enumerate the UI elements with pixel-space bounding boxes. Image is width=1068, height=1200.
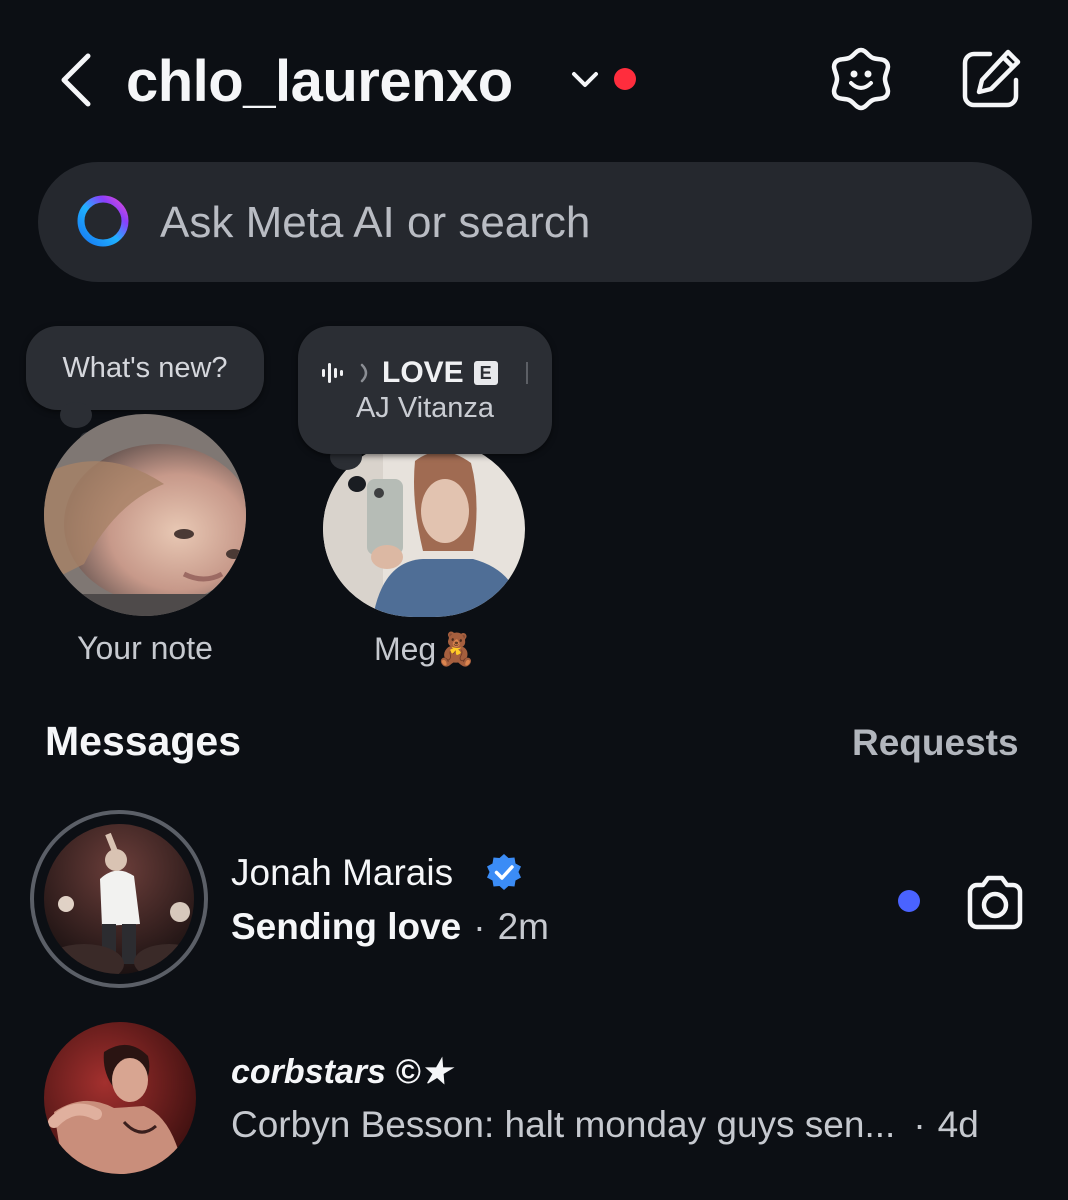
- note-bubble-tail: [60, 402, 92, 428]
- account-username[interactable]: chlo_laurenxo: [126, 42, 513, 122]
- note-bubble-tail: [348, 476, 366, 492]
- back-button[interactable]: [56, 50, 100, 110]
- separator: ·: [473, 906, 486, 947]
- note-song-row: LOVE E: [320, 354, 528, 392]
- conversation-name: corbstars ©★: [231, 1053, 451, 1091]
- chevron-down-icon: [572, 72, 598, 87]
- verified-badge-icon: [484, 852, 524, 892]
- search-bar[interactable]: [38, 162, 1032, 284]
- conversation-preview: Corbyn Besson: halt monday guys sen... · 4…: [231, 1104, 979, 1146]
- message-time: 2m: [497, 906, 549, 947]
- your-note-bubble[interactable]: What's new?: [26, 326, 264, 410]
- note-song-artist: AJ Vitanza: [355, 392, 495, 424]
- message-time: 4d: [937, 1104, 979, 1145]
- note-song-title: LOVE: [382, 356, 464, 389]
- conversation-avatar[interactable]: [44, 1022, 196, 1174]
- conversation-preview: Sending love · 2m: [231, 906, 549, 948]
- chevron-left-icon: [61, 53, 91, 107]
- conversation-avatar[interactable]: [44, 824, 194, 974]
- meta-ai-ring-icon: [75, 193, 131, 249]
- requests-link[interactable]: Requests: [852, 722, 1019, 764]
- notification-dot: [614, 68, 636, 90]
- scroll-divider: [525, 362, 528, 384]
- note-bubble-text: What's new?: [62, 352, 228, 384]
- explicit-badge: E: [473, 361, 498, 385]
- camera-icon: [967, 875, 1023, 930]
- your-note-label: Your note: [77, 630, 213, 666]
- audio-wave-icon: [322, 363, 368, 383]
- last-message: Sending love: [231, 906, 462, 947]
- separator: ·: [913, 1104, 926, 1145]
- search-input[interactable]: [158, 162, 1022, 284]
- camera-button[interactable]: [962, 870, 1028, 936]
- account-switch-button[interactable]: [568, 66, 602, 92]
- conversation-name: Jonah Marais: [231, 852, 454, 893]
- meg-note-bubble[interactable]: LOVE E AJ Vitanza: [298, 326, 552, 454]
- your-avatar[interactable]: [44, 414, 246, 616]
- compose-icon: [962, 49, 1021, 108]
- unread-dot: [898, 890, 920, 912]
- messages-heading: Messages: [45, 718, 242, 764]
- new-message-button[interactable]: [958, 46, 1024, 112]
- meta-ai-button[interactable]: [826, 44, 896, 114]
- last-message: Corbyn Besson: halt monday guys sen...: [231, 1104, 896, 1145]
- meg-note-label: Meg🧸: [373, 631, 477, 667]
- meta-ai-sparkle-icon: [831, 47, 891, 111]
